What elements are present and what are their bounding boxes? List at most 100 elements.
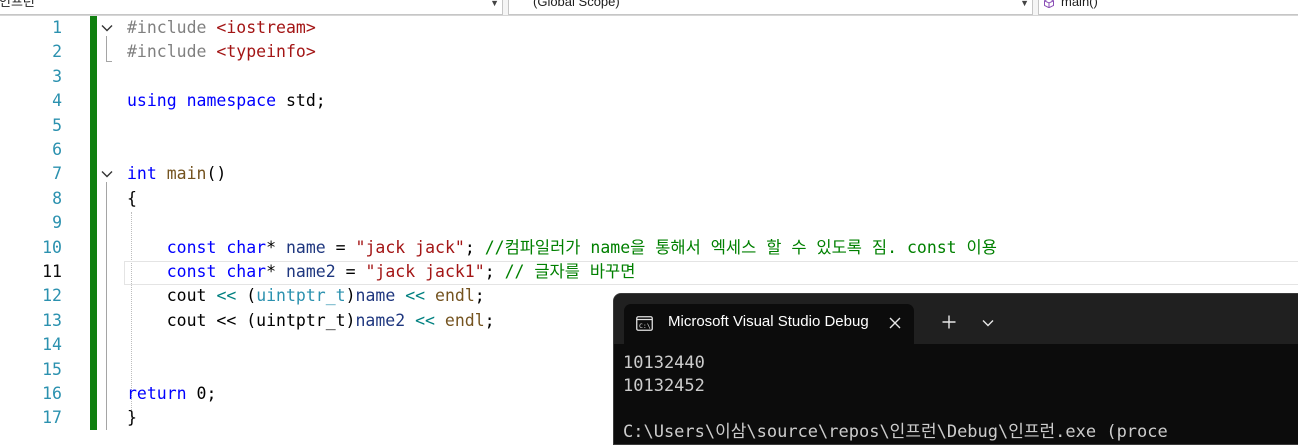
keyword: const <box>166 262 217 281</box>
cout: cout <box>166 286 207 306</box>
close-icon[interactable] <box>888 316 902 330</box>
keyword: int <box>127 164 157 184</box>
semicolon: ; <box>484 310 495 330</box>
code-text: cout << (uintptr_t) <box>166 310 356 330</box>
line-number-current: 11 <box>42 262 62 281</box>
line-number: 16 <box>42 384 62 403</box>
line-number: 17 <box>42 408 62 428</box>
line-number: 4 <box>52 91 62 111</box>
code-line-13: cout << (uintptr_t)name2 << endl; <box>127 309 495 333</box>
fold-guide-end <box>106 61 112 62</box>
terminal-tab[interactable]: C:\ Microsoft Visual Studio Debug <box>624 304 914 344</box>
collapse-chevron-icon[interactable] <box>101 168 113 180</box>
output-line: 10132440 <box>623 353 705 373</box>
line-number: 3 <box>52 66 62 86</box>
navigation-bar: 인프런 ▼ (Global Scope) ▼ main() <box>0 0 1298 16</box>
operator: << <box>405 286 426 306</box>
chevron-down-icon[interactable] <box>982 319 994 327</box>
terminal-output: 10132440 10132452 C:\Users\이삼\source\repo… <box>623 352 1168 444</box>
svg-text:C:\: C:\ <box>639 322 651 330</box>
line-number: 7 <box>52 164 62 184</box>
output-line: C:\Users\이삼\source\repos\인프런\Debug\인프런.e… <box>623 422 1168 442</box>
code-line-12: cout << (uintptr_t)name << endl; <box>127 284 485 308</box>
terminal-tab-title: Microsoft Visual Studio Debug <box>668 313 869 330</box>
brace: } <box>127 408 137 428</box>
operator: * <box>266 262 277 281</box>
include-header: <iostream> <box>216 18 316 37</box>
comment: // 글자를 바꾸면 <box>504 262 636 281</box>
operator: << <box>216 286 237 306</box>
paren: ) <box>345 286 356 306</box>
line-number: 5 <box>52 115 62 135</box>
include-header: <typeinfo> <box>216 42 316 62</box>
variable: name <box>285 237 326 257</box>
variable: name2 <box>355 310 406 330</box>
operator: << <box>415 310 435 330</box>
scope-dropdown-label: (Global Scope) <box>533 0 620 9</box>
triangle-down-icon: ▼ <box>1020 0 1029 8</box>
keyword: namespace <box>186 91 277 111</box>
paren: ( <box>246 286 257 306</box>
change-tracking-bar <box>90 16 97 430</box>
brace: { <box>127 188 137 208</box>
cube-icon <box>1044 0 1054 8</box>
line-number: 1 <box>52 18 62 37</box>
scope-dropdown[interactable]: (Global Scope) ▼ <box>508 0 1033 15</box>
string-literal: "jack jack" <box>355 237 465 257</box>
line-number: 13 <box>42 310 62 330</box>
keyword: using <box>127 91 177 111</box>
keyword: char <box>226 237 267 257</box>
code-line-16: return 0; <box>127 382 216 406</box>
code-line-4: using namespace std; <box>127 89 326 113</box>
code-line-2: #include <typeinfo> <box>127 40 316 64</box>
operator: * <box>266 237 277 257</box>
code-text: () <box>206 164 227 184</box>
function-name: main <box>166 164 207 184</box>
preprocessor-directive: #include <box>127 18 207 37</box>
code-line-1: #include <iostream> <box>127 16 316 40</box>
member-dropdown[interactable]: main() <box>1038 0 1298 15</box>
preprocessor-directive: #include <box>127 42 207 62</box>
console-icon: C:\ <box>636 316 653 331</box>
line-number: 10 <box>42 237 62 257</box>
keyword: const <box>166 237 217 257</box>
operator: = <box>335 237 346 257</box>
code-line-11: const char* name2 = "jack jack1"; // 글자를… <box>127 260 636 284</box>
member-dropdown-label: main() <box>1061 0 1098 9</box>
semicolon: ; <box>474 286 485 306</box>
line-number: 8 <box>52 188 62 208</box>
type-name: uintptr_t <box>256 286 346 306</box>
code-line-7: int main() <box>127 162 226 186</box>
project-dropdown[interactable]: 인프런 ▼ <box>0 0 503 15</box>
keyword: char <box>226 262 267 281</box>
collapse-chevron-icon[interactable] <box>101 22 113 34</box>
plus-icon[interactable] <box>942 315 956 329</box>
line-number: 2 <box>52 42 62 62</box>
code-text: std; <box>285 91 326 111</box>
line-number: 15 <box>42 359 62 379</box>
variable: name2 <box>285 262 336 281</box>
terminal-window[interactable]: C:\ Microsoft Visual Studio Debug 101324… <box>613 293 1298 445</box>
string-literal: "jack jack1" <box>365 262 485 281</box>
semicolon: ; <box>484 262 495 281</box>
line-number: 12 <box>42 286 62 306</box>
triangle-down-icon: ▼ <box>490 0 499 8</box>
code-text: 0; <box>196 384 217 403</box>
terminal-title-bar[interactable]: C:\ Microsoft Visual Studio Debug <box>614 294 1298 344</box>
line-number: 9 <box>52 213 62 233</box>
comment: //컴파일러가 name을 통해서 엑세스 할 수 있도록 짐. const 이… <box>484 237 997 257</box>
variable: name <box>355 286 396 306</box>
project-dropdown-label: 인프런 <box>0 0 35 9</box>
code-line-17: } <box>127 406 137 430</box>
output-line: 10132452 <box>623 376 705 396</box>
fold-guide <box>106 182 107 430</box>
line-number: 14 <box>42 335 62 355</box>
semicolon: ; <box>464 237 475 257</box>
fold-guide <box>106 36 107 62</box>
endl: endl <box>444 310 485 330</box>
keyword: return <box>127 384 187 403</box>
line-number: 6 <box>52 140 62 159</box>
code-line-8: { <box>127 187 137 211</box>
code-line-10: const char* name = "jack jack"; //컴파일러가 … <box>127 236 997 260</box>
